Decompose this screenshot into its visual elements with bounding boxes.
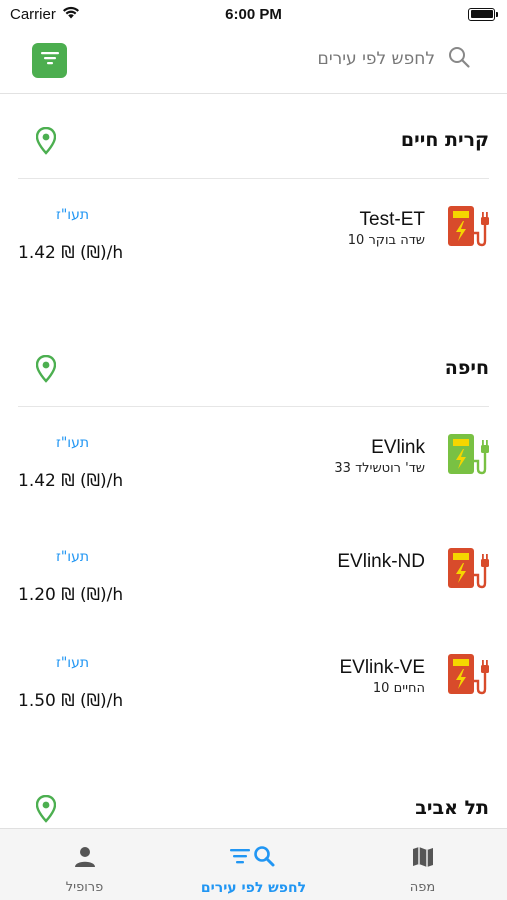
carrier-label: Carrier <box>10 5 56 23</box>
city-header[interactable]: קרית חיים <box>18 95 489 179</box>
station-details-link[interactable]: תעו"ז <box>56 549 89 565</box>
filter-icon <box>40 50 60 71</box>
city-header[interactable]: חיפה <box>18 323 489 407</box>
search-icon[interactable] <box>447 45 471 74</box>
station-price: 1.42 ₪ (₪)/h <box>18 471 124 491</box>
location-pin-icon[interactable] <box>35 354 57 388</box>
station-address: החיים 10 <box>372 681 425 696</box>
station-price: 1.42 ₪ (₪)/h <box>18 243 124 263</box>
location-pin-icon[interactable] <box>35 794 57 828</box>
ev-charger-icon <box>447 431 489 482</box>
search-bar <box>295 44 471 74</box>
station-name: EVlink <box>371 437 425 458</box>
station-details-link[interactable]: תעו"ז <box>56 435 89 451</box>
ev-charger-icon <box>447 203 489 254</box>
ev-charger-icon <box>447 651 489 702</box>
tab-profile[interactable]: פרופיל <box>0 829 169 900</box>
filter-button[interactable] <box>32 43 67 78</box>
station-price: 1.50 ₪ (₪)/h <box>18 691 124 711</box>
tab-profile-label: פרופיל <box>65 880 104 895</box>
station-address: שדה בוקר 10 <box>347 233 425 248</box>
search-input[interactable] <box>295 49 435 69</box>
status-left: Carrier <box>10 6 80 23</box>
station-row[interactable]: Test-ET שדה בוקר 10 תעו"ז 1.42 ₪ (₪)/h <box>0 179 507 293</box>
tab-search-cities[interactable]: לחפש לפי עירים <box>169 829 338 900</box>
station-list[interactable]: קרית חיים Test-ET שדה בוקר 10 תעו"ז 1.42 ₪ (… <box>0 95 507 828</box>
city-name: תל אביב <box>415 797 489 819</box>
city-name: קרית חיים <box>400 129 489 151</box>
station-name: Test-ET <box>359 209 425 230</box>
ev-charger-icon <box>447 545 489 596</box>
city-header[interactable]: תל אביב <box>18 763 489 828</box>
station-row[interactable]: EVlink-VE החיים 10 תעו"ז 1.50 ₪ (₪)/h <box>0 627 507 733</box>
station-name: EVlink-VE <box>339 657 425 678</box>
station-price: 1.20 ₪ (₪)/h <box>18 585 124 605</box>
station-row[interactable]: EVlink-ND תעו"ז 1.20 ₪ (₪)/h <box>0 521 507 627</box>
tab-bar: פרופיל לחפש לפי עירים מפה <box>0 828 507 900</box>
battery-icon <box>468 7 498 21</box>
status-bar: Carrier 6:00 PM <box>0 0 507 28</box>
location-pin-icon[interactable] <box>35 126 57 160</box>
station-row[interactable]: EVlink שד' רוטשילד 33 תעו"ז 1.42 ₪ (₪)/h <box>0 407 507 521</box>
tab-map-label: מפה <box>409 880 436 895</box>
person-icon <box>73 845 97 874</box>
tab-search-cities-label: לחפש לפי עירים <box>200 880 307 896</box>
city-name: חיפה <box>444 357 489 379</box>
station-address: שד' רוטשילד 33 <box>334 461 425 476</box>
station-name: EVlink-ND <box>337 551 425 572</box>
tab-map[interactable]: מפה <box>338 829 507 900</box>
station-details-link[interactable]: תעו"ז <box>56 207 89 223</box>
station-details-link[interactable]: תעו"ז <box>56 655 89 671</box>
wifi-icon <box>62 6 80 23</box>
map-icon <box>411 845 435 874</box>
header <box>0 28 507 94</box>
filter-search-icon <box>227 845 281 874</box>
